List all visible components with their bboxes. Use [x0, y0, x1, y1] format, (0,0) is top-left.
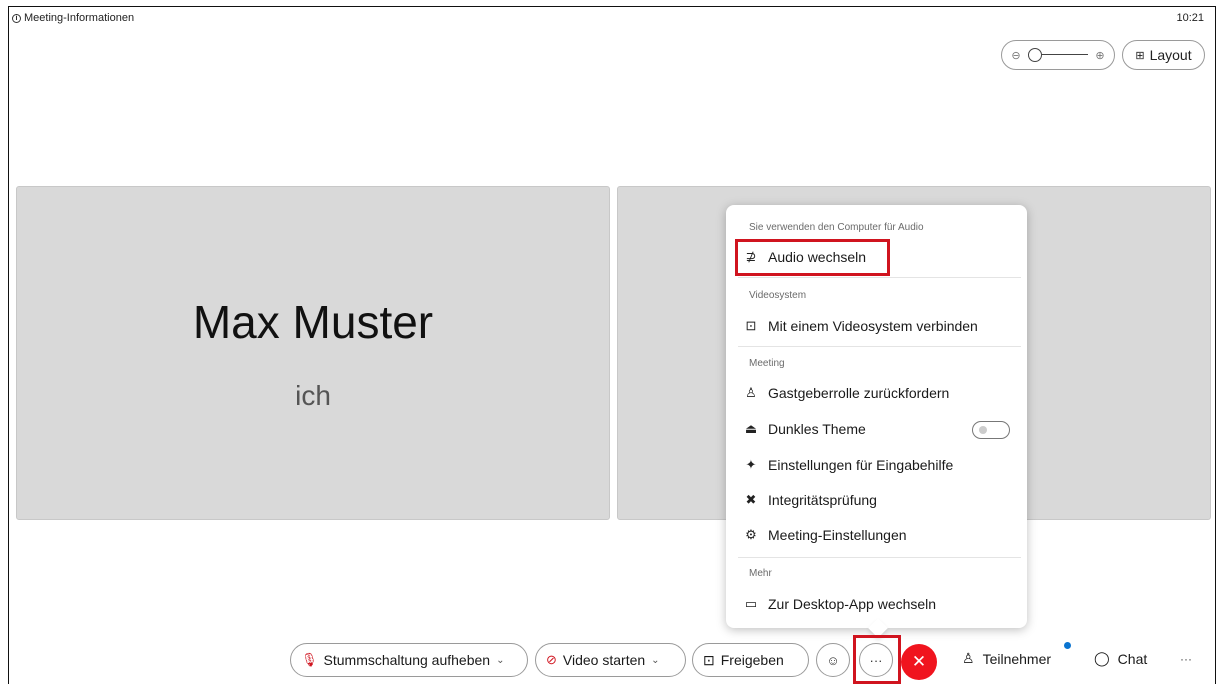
menu-header-meeting: Meeting [749, 358, 785, 369]
menu-item-label: Integritätsprüfung [768, 492, 877, 508]
toggle-knob [979, 426, 987, 434]
menu-header-more: Mehr [749, 568, 772, 579]
start-video-button[interactable]: ⊘ Video starten ⌄ [535, 643, 686, 677]
participant-name: Max Muster [192, 296, 434, 348]
share-icon: ⊡ [703, 651, 715, 668]
zoom-control: ⊖ ⊕ [1001, 40, 1115, 70]
notification-dot [1064, 642, 1071, 649]
zoom-in-icon[interactable]: ⊕ [1094, 49, 1106, 62]
menu-item-desktop-app[interactable]: ▭ Zur Desktop-App wechseln [742, 589, 936, 619]
menu-item-label: Zur Desktop-App wechseln [768, 596, 937, 612]
host-icon: ♙ [745, 385, 757, 400]
share-button-label: Freigeben [720, 652, 784, 668]
menu-item-label: Gastgeberrolle zurückfordern [768, 385, 950, 401]
meeting-info-label: Meeting-Informationen [24, 12, 135, 24]
gear-icon: ⚙ [745, 527, 757, 542]
menu-divider [738, 277, 1021, 278]
menu-item-label: Dunkles Theme [768, 421, 866, 437]
menu-item-video-connect[interactable]: ⊡ Mit einem Videosystem verbinden [742, 311, 978, 341]
leave-meeting-button[interactable]: ✕ [901, 644, 937, 680]
menu-header-video: Videosystem [749, 290, 807, 301]
layout-button-label: Layout [1149, 47, 1192, 63]
share-button[interactable]: ⊡ Freigeben [692, 643, 809, 677]
laptop-icon: ▭ [744, 596, 758, 611]
menu-item-label: Einstellungen für Eingabehilfe [768, 457, 954, 473]
menu-item-dark-theme[interactable]: ⏏ Dunkles Theme [742, 414, 866, 444]
chat-icon: ◯ [1094, 650, 1110, 666]
participant-tile-self: Max Muster ich [16, 186, 610, 520]
grid-icon: ⊞ [1135, 49, 1145, 62]
info-icon: i [12, 13, 21, 23]
participants-icon: ♙ [962, 650, 975, 666]
reactions-button[interactable]: ☺ [816, 643, 850, 677]
chevron-down-icon[interactable]: ⌄ [496, 655, 504, 666]
tools-icon: ✖ [745, 492, 757, 507]
theme-icon: ⏏ [744, 421, 758, 436]
participant-self-label: ich [295, 380, 331, 411]
chat-button-label: Chat [1117, 650, 1148, 667]
menu-header-audio: Sie verwenden den Computer für Audio [749, 222, 924, 233]
dark-theme-toggle[interactable] [972, 421, 1010, 439]
menu-divider [738, 557, 1021, 558]
muted-mic-icon: 🎙 [301, 652, 318, 667]
menu-item-label: Meeting-Einstellungen [768, 527, 907, 543]
highlight-audio-switch [735, 239, 890, 276]
menu-item-accessibility[interactable]: ✦ Einstellungen für Eingabehilfe [742, 450, 954, 480]
highlight-more-button [853, 635, 901, 684]
layout-button[interactable]: ⊞ Layout [1122, 40, 1205, 70]
participants-button[interactable]: ♙ Teilnehmer [962, 650, 1051, 667]
unmute-button-label: Stummschaltung aufheben [323, 652, 491, 668]
zoom-slider[interactable] [1028, 48, 1088, 62]
zoom-out-icon[interactable]: ⊖ [1010, 49, 1022, 62]
video-system-icon: ⊡ [745, 318, 757, 333]
chevron-down-icon[interactable]: ⌄ [651, 655, 659, 666]
menu-item-label: Mit einem Videosystem verbinden [768, 318, 978, 334]
meeting-info-link[interactable]: i Meeting-Informationen [12, 12, 134, 24]
menu-divider [738, 346, 1021, 347]
participants-button-label: Teilnehmer [982, 650, 1052, 667]
overflow-menu-button[interactable]: ··· [1180, 652, 1192, 666]
menu-item-meeting-settings[interactable]: ⚙ Meeting-Einstellungen [742, 520, 907, 550]
accessibility-icon: ✦ [745, 457, 757, 472]
chat-button[interactable]: ◯ Chat [1094, 650, 1147, 667]
video-off-icon: ⊘ [546, 652, 557, 667]
emoji-icon: ☺ [826, 652, 840, 668]
clock: 10:21 [1176, 12, 1204, 24]
zoom-slider-handle[interactable] [1028, 48, 1042, 62]
menu-item-health-check[interactable]: ✖ Integritätsprüfung [742, 485, 877, 515]
unmute-button[interactable]: 🎙 Stummschaltung aufheben ⌄ [290, 643, 528, 677]
start-video-button-label: Video starten [562, 652, 646, 668]
menu-item-reclaim-host[interactable]: ♙ Gastgeberrolle zurückfordern [742, 378, 949, 408]
close-icon: ✕ [911, 652, 927, 671]
